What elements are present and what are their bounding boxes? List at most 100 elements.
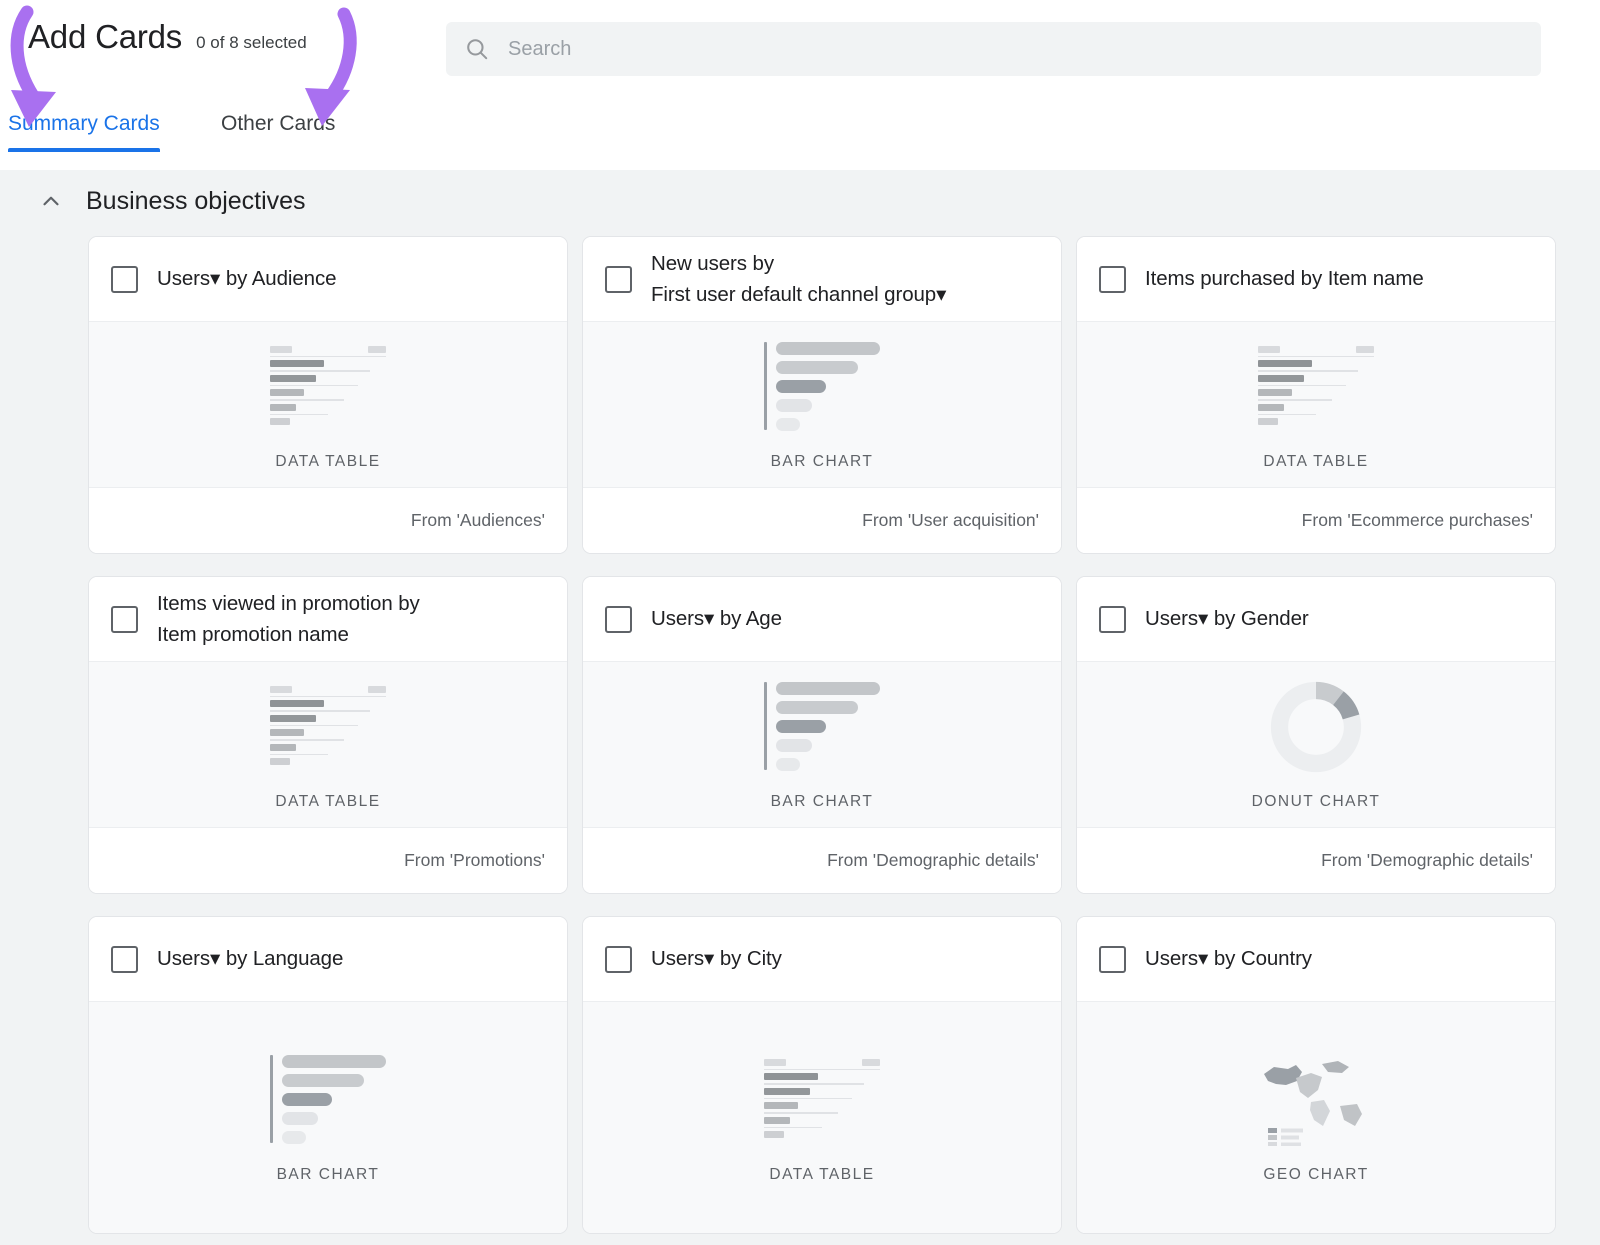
skeleton-header-row	[270, 345, 386, 353]
skeleton-bar-group	[282, 1055, 386, 1144]
card-checkbox[interactable]	[605, 265, 632, 293]
card-source-label: From 'Ecommerce purchases'	[1301, 510, 1533, 530]
card-type-label: DATA TABLE	[275, 452, 381, 470]
card-title: Users▾ by City	[651, 943, 782, 974]
legend-swatch	[1268, 1134, 1277, 1140]
legend-swatch	[1268, 1141, 1277, 1146]
card-preview: DATA TABLE	[1077, 321, 1555, 487]
card-type-label: GEO CHART	[1263, 1165, 1369, 1183]
preview-artwork	[1268, 679, 1364, 775]
preview-artwork	[764, 679, 880, 775]
preview-artwork	[270, 1052, 386, 1148]
skeleton-divider	[764, 1112, 838, 1114]
tab-other-cards[interactable]: Other Cards	[221, 112, 335, 152]
card-title-line: Items purchased by Item name	[1145, 267, 1424, 291]
card-type-label: DONUT CHART	[1251, 792, 1381, 810]
card-option[interactable]: Users▾ by Audience DATA TABLE From 'Audien…	[88, 236, 568, 554]
dialog-header: Add Cards 0 of 8 selected	[0, 0, 1600, 104]
geo-region	[1264, 1064, 1302, 1085]
skeleton-bar	[270, 360, 324, 368]
preview-artwork	[1258, 339, 1374, 435]
card-type-label: BAR CHART	[770, 452, 874, 470]
card-checkbox[interactable]	[1099, 265, 1126, 293]
card-title: Users▾ by Language	[157, 943, 343, 974]
skeleton-bar	[282, 1131, 306, 1144]
card-option[interactable]: Users▾ by Age BAR CHART From 'Demographic …	[582, 576, 1062, 894]
card-preview: DATA TABLE	[89, 321, 567, 487]
skeleton-header-row	[764, 1058, 880, 1066]
preview-artwork	[270, 339, 386, 435]
skeleton-bar	[282, 1093, 332, 1106]
card-type-label: BAR CHART	[770, 792, 874, 810]
preview-artwork	[270, 679, 386, 775]
skeleton-bar	[270, 714, 316, 722]
card-source-label: From 'User acquisition'	[862, 510, 1039, 530]
card-title: Items purchased by Item name	[1145, 263, 1424, 294]
card-option[interactable]: Items purchased by Item name DATA TABLE Fr…	[1076, 236, 1556, 554]
skeleton-bar	[764, 1073, 818, 1081]
page-title: Add Cards	[28, 18, 183, 55]
geo-region	[1310, 1099, 1330, 1126]
skeleton-bar	[776, 682, 880, 695]
card-checkbox[interactable]	[1099, 605, 1126, 633]
skeleton-bar	[776, 739, 812, 752]
card-title-line: Users▾ by Language	[157, 947, 344, 971]
card-option[interactable]: Users▾ by Language BAR CHART	[88, 916, 568, 1234]
geo-chart-skeleton	[1264, 1060, 1362, 1146]
card-header: Users▾ by Country	[1077, 917, 1555, 1001]
card-header: Users▾ by Gender	[1077, 577, 1555, 661]
card-title-line: Users▾ by Age	[651, 607, 782, 631]
skeleton-divider	[270, 753, 328, 756]
card-checkbox[interactable]	[605, 605, 632, 633]
card-type-label: DATA TABLE	[275, 792, 381, 810]
card-preview: DONUT CHART	[1077, 661, 1555, 827]
skeleton-bar	[270, 418, 290, 426]
card-checkbox[interactable]	[111, 605, 138, 633]
card-option[interactable]: New users by First user default channel g…	[582, 236, 1062, 554]
skeleton-bar-group	[776, 342, 880, 431]
skeleton-divider	[270, 399, 344, 401]
card-type-label: DATA TABLE	[769, 1165, 875, 1183]
card-preview: BAR CHART	[583, 661, 1061, 827]
card-footer: From 'Demographic details'	[1077, 827, 1555, 893]
card-option[interactable]: Users▾ by Gender DONUT CHART From 'Demogra…	[1076, 576, 1556, 894]
skeleton-bar	[270, 758, 290, 766]
skeleton-bar	[1258, 360, 1312, 368]
legend-label-placeholder	[1281, 1142, 1301, 1146]
card-checkbox[interactable]	[111, 265, 138, 293]
skeleton-divider	[270, 384, 358, 387]
skeleton-divider	[270, 710, 370, 712]
skeleton-divider	[764, 1097, 852, 1100]
search-bar[interactable]	[446, 22, 1541, 76]
skeleton-bar	[776, 758, 800, 771]
tab-active-underline	[8, 148, 160, 152]
search-input[interactable]	[508, 22, 1523, 76]
skeleton-header-row	[1258, 345, 1374, 353]
skeleton-bar	[776, 701, 858, 714]
skeleton-bar-group	[776, 682, 880, 771]
card-checkbox[interactable]	[1099, 945, 1126, 973]
card-header: Items purchased by Item name	[1077, 237, 1555, 321]
card-title: Users▾ by Age	[651, 603, 782, 634]
card-option[interactable]: Users▾ by Country GEO CHART	[1076, 916, 1556, 1234]
skeleton-bar	[776, 418, 800, 431]
legend-label-placeholder	[1281, 1135, 1299, 1139]
card-option[interactable]: Users▾ by City DATA TABLE	[582, 916, 1062, 1234]
card-footer: From 'Demographic details'	[583, 827, 1061, 893]
legend-label-placeholder	[1281, 1128, 1303, 1132]
tab-summary-cards[interactable]: Summary Cards	[8, 112, 160, 152]
cards-grid: Users▾ by Audience DATA TABLE From 'Audien…	[0, 232, 1600, 1234]
card-checkbox[interactable]	[111, 945, 138, 973]
card-option[interactable]: Items viewed in promotion by Item promoti…	[88, 576, 568, 894]
section-header-business-objectives[interactable]: Business objectives	[0, 170, 1600, 232]
data-table-skeleton	[270, 345, 386, 428]
card-title-line: Users▾ by Country	[1145, 947, 1312, 971]
card-footer: From 'Promotions'	[89, 827, 567, 893]
card-checkbox[interactable]	[605, 945, 632, 973]
card-preview: GEO CHART	[1077, 1001, 1555, 1233]
card-preview: BAR CHART	[89, 1001, 567, 1233]
card-footer: From 'Ecommerce purchases'	[1077, 487, 1555, 553]
card-preview: DATA TABLE	[89, 661, 567, 827]
bar-chart-skeleton	[270, 1055, 386, 1144]
skeleton-bar	[1258, 389, 1292, 397]
